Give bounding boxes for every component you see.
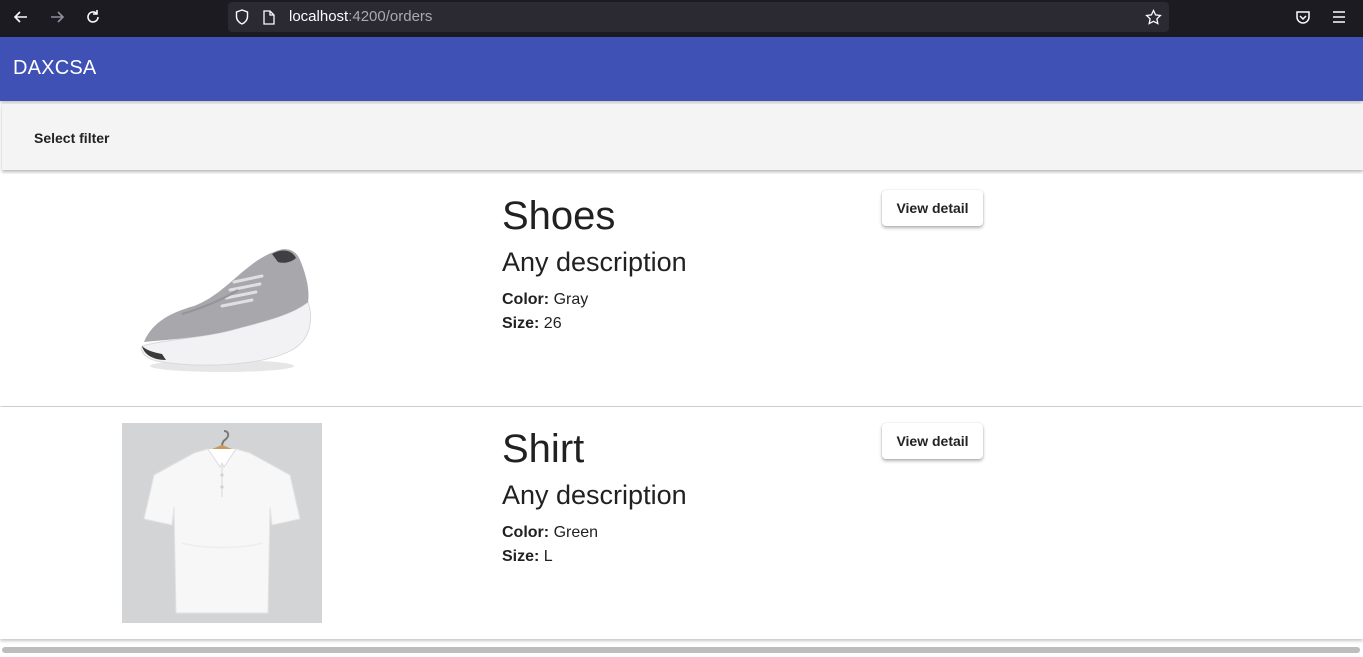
size-value: 26 — [543, 315, 562, 332]
color-label: Color: — [502, 291, 550, 308]
size-value: L — [543, 548, 553, 565]
url-path: :4200/orders — [348, 8, 433, 25]
view-detail-button[interactable]: View detail — [882, 423, 983, 459]
product-description: Any description — [502, 480, 687, 510]
product-description: Any description — [502, 247, 687, 277]
view-detail-button[interactable]: View detail — [882, 190, 983, 226]
app-title[interactable]: DAXCSA — [13, 57, 96, 80]
browser-toolbar: localhost:4200/orders — [0, 0, 1363, 37]
product-size: Size: L — [502, 548, 553, 566]
reload-icon[interactable] — [79, 4, 107, 30]
back-icon[interactable] — [7, 4, 35, 30]
product-title: Shirt — [502, 427, 585, 471]
order-card: Shirt Any description Color: Green Size:… — [0, 407, 1363, 639]
menu-icon[interactable] — [1330, 8, 1348, 26]
product-size: Size: 26 — [502, 315, 562, 333]
product-color: Color: Gray — [502, 291, 588, 309]
size-label: Size: — [502, 548, 540, 565]
url-text[interactable]: localhost:4200/orders — [289, 8, 432, 25]
page-icon — [262, 9, 276, 25]
sneaker-image — [122, 190, 322, 390]
polo-shirt-image — [122, 423, 322, 623]
url-bar[interactable]: localhost:4200/orders — [228, 2, 1169, 32]
pocket-icon[interactable] — [1294, 8, 1312, 26]
filter-panel[interactable]: Select filter — [2, 104, 1363, 170]
order-card: Shoes Any description Color: Gray Size: … — [0, 174, 1363, 406]
shield-icon[interactable] — [234, 9, 250, 25]
filter-label[interactable]: Select filter — [34, 130, 109, 146]
forward-icon[interactable] — [43, 4, 71, 30]
bookmark-star-icon[interactable] — [1144, 8, 1162, 26]
color-value: Green — [553, 524, 599, 541]
product-color: Color: Green — [502, 524, 598, 542]
color-label: Color: — [502, 524, 550, 541]
scrollbar-thumb[interactable] — [2, 647, 1360, 653]
color-value: Gray — [553, 291, 589, 308]
url-host: localhost — [289, 8, 349, 25]
horizontal-scrollbar[interactable] — [0, 645, 1363, 657]
product-title: Shoes — [502, 194, 616, 238]
app-toolbar: DAXCSA — [0, 37, 1363, 101]
size-label: Size: — [502, 315, 540, 332]
